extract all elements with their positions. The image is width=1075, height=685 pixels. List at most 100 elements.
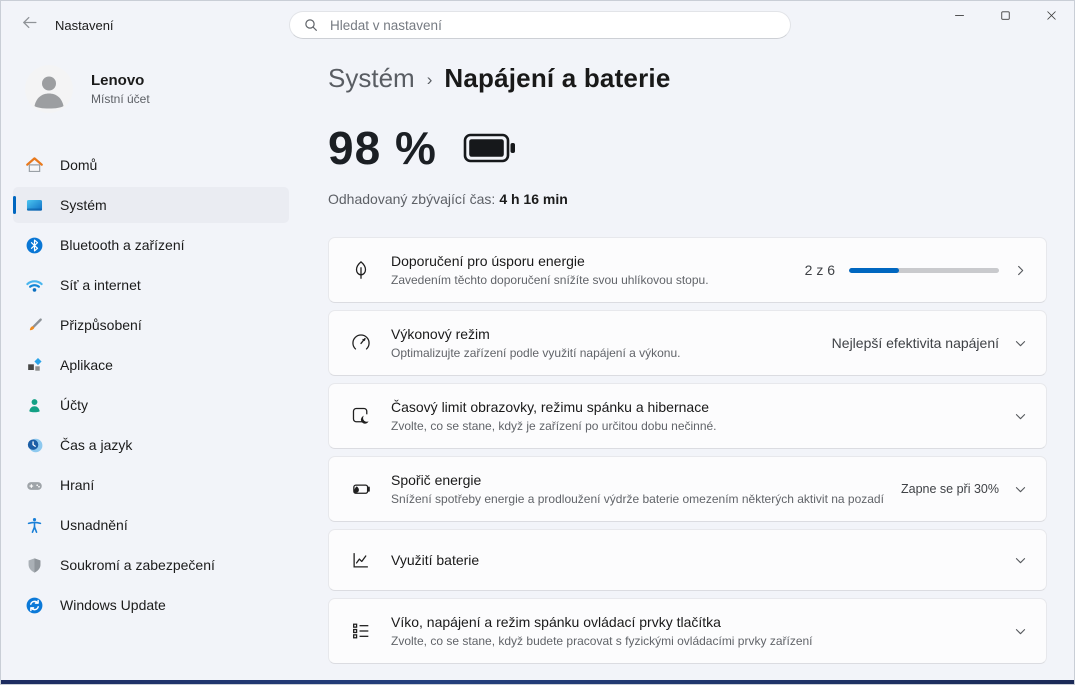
chevron-down-icon[interactable] — [1013, 482, 1028, 497]
chevron-down-icon[interactable] — [1013, 336, 1028, 351]
progress-fill — [849, 268, 899, 273]
selected-indicator — [13, 196, 16, 214]
sidebar-item-privacy[interactable]: Soukromí a zabezpečení — [13, 547, 289, 583]
breadcrumb: Systém › Napájení a baterie — [328, 61, 1047, 95]
card-subtitle: Zavedením těchto doporučení snížíte svou… — [391, 273, 805, 287]
back-button[interactable] — [13, 9, 45, 41]
chevron-down-icon[interactable] — [1013, 409, 1028, 424]
card-title: Spořič energie — [391, 472, 901, 488]
card-subtitle: Snížení spotřeby energie a prodloužení v… — [391, 492, 901, 506]
search-box[interactable] — [289, 11, 791, 39]
card-battery-saver[interactable]: Spořič energie Snížení spotřeby energie a… — [328, 456, 1047, 522]
sidebar-item-label: Síť a internet — [60, 277, 141, 293]
card-title: Časový limit obrazovky, režimu spánku a … — [391, 399, 1013, 415]
app-title: Nastavení — [55, 18, 114, 33]
battery-estimate: Odhadovaný zbývající čas:4 h 16 min — [328, 191, 1047, 207]
sidebar-item-label: Čas a jazyk — [60, 437, 132, 453]
sidebar-item-system[interactable]: Systém — [13, 187, 289, 223]
battery-usage-icon — [349, 549, 373, 571]
battery-estimate-value: 4 h 16 min — [499, 191, 567, 207]
network-icon — [25, 276, 44, 295]
sidebar-item-personalization[interactable]: Přizpůsobení — [13, 307, 289, 343]
sidebar-item-accessibility[interactable]: Usnadnění — [13, 507, 289, 543]
search-icon — [303, 17, 319, 33]
gaming-icon — [25, 476, 44, 495]
card-title: Víko, napájení a režim spánku ovládací p… — [391, 614, 1013, 630]
sidebar-item-gaming[interactable]: Hraní — [13, 467, 289, 503]
chevron-down-icon[interactable] — [1013, 624, 1028, 639]
main-panel: Systém › Napájení a baterie 98 % Odhadov… — [301, 49, 1074, 680]
sidebar-item-label: Aplikace — [60, 357, 113, 373]
settings-window: Nastavení Lenovo Místní účet Domů Systém B… — [0, 0, 1075, 685]
maximize-icon — [998, 8, 1013, 28]
card-title: Využití baterie — [391, 552, 1013, 568]
accessibility-icon — [25, 516, 44, 535]
progress-bar — [849, 268, 999, 273]
card-energy-recommendations[interactable]: Doporučení pro úsporu energie Zavedením t… — [328, 237, 1047, 303]
sidebar-item-bluetooth[interactable]: Bluetooth a zařízení — [13, 227, 289, 263]
sidebar: Lenovo Místní účet Domů Systém Bluetooth a… — [1, 49, 301, 680]
minimize-button[interactable] — [936, 1, 982, 34]
sidebar-item-apps[interactable]: Aplikace — [13, 347, 289, 383]
user-account-type: Místní účet — [91, 92, 150, 106]
sidebar-item-windows-update[interactable]: Windows Update — [13, 587, 289, 623]
maximize-button[interactable] — [982, 1, 1028, 34]
sidebar-item-home[interactable]: Domů — [13, 147, 289, 183]
close-button[interactable] — [1028, 1, 1074, 34]
battery-estimate-label: Odhadovaný zbývající čas: — [328, 191, 495, 207]
breadcrumb-parent[interactable]: Systém — [328, 63, 415, 94]
performance-mode-icon — [349, 332, 373, 354]
personalization-icon — [25, 316, 44, 335]
avatar — [25, 65, 73, 113]
privacy-icon — [25, 556, 44, 575]
sidebar-item-label: Systém — [60, 197, 107, 213]
titlebar: Nastavení — [1, 1, 1074, 49]
card-subtitle: Zvolte, co se stane, když je zařízení po… — [391, 419, 1013, 433]
sidebar-item-label: Domů — [60, 157, 97, 173]
card-value: Zapne se při 30% — [901, 482, 999, 496]
sidebar-item-label: Bluetooth a zařízení — [60, 237, 185, 253]
apps-icon — [25, 356, 44, 375]
battery-status: 98 % — [328, 123, 1047, 173]
card-value: Nejlepší efektivita napájení — [832, 335, 999, 351]
battery-percent: 98 % — [328, 121, 437, 175]
close-icon — [1044, 8, 1059, 28]
user-account[interactable]: Lenovo Místní účet — [25, 65, 289, 113]
screen-sleep-icon — [349, 405, 373, 427]
card-value: 2 z 6 — [805, 262, 835, 278]
page-title: Napájení a baterie — [444, 63, 670, 94]
energy-recommendations-icon — [349, 259, 373, 281]
home-icon — [25, 156, 44, 175]
sidebar-item-time-language[interactable]: Čas a jazyk — [13, 427, 289, 463]
sidebar-item-label: Hraní — [60, 477, 94, 493]
back-arrow-icon — [21, 14, 38, 36]
battery-saver-icon — [349, 478, 373, 500]
card-screen-sleep-timeouts[interactable]: Časový limit obrazovky, režimu spánku a … — [328, 383, 1047, 449]
card-title: Doporučení pro úsporu energie — [391, 253, 805, 269]
settings-cards: Doporučení pro úsporu energie Zavedením t… — [328, 237, 1047, 664]
sidebar-nav: Domů Systém Bluetooth a zařízení Síť a inte… — [1, 147, 301, 623]
sidebar-item-network[interactable]: Síť a internet — [13, 267, 289, 303]
card-lid-power-buttons[interactable]: Víko, napájení a režim spánku ovládací p… — [328, 598, 1047, 664]
card-subtitle: Zvolte, co se stane, když budete pracova… — [391, 634, 1013, 648]
lid-power-buttons-icon — [349, 620, 373, 642]
card-performance-mode[interactable]: Výkonový režimOptimalizujte zařízení pod… — [328, 310, 1047, 376]
person-icon — [25, 65, 73, 113]
windows-update-icon — [25, 596, 44, 615]
accounts-icon — [25, 396, 44, 415]
sidebar-item-label: Soukromí a zabezpečení — [60, 557, 215, 573]
sidebar-item-accounts[interactable]: Účty — [13, 387, 289, 423]
chevron-down-icon[interactable] — [1013, 553, 1028, 568]
user-name: Lenovo — [91, 72, 150, 89]
sidebar-item-label: Přizpůsobení — [60, 317, 142, 333]
card-subtitle: Optimalizujte zařízení podle využití nap… — [391, 346, 832, 360]
bluetooth-icon — [25, 236, 44, 255]
search-input[interactable] — [328, 17, 790, 34]
minimize-icon — [952, 8, 967, 28]
chevron-right-icon[interactable] — [1013, 263, 1028, 278]
desktop-edge — [1, 680, 1074, 684]
card-battery-usage[interactable]: Využití baterie — [328, 529, 1047, 591]
sidebar-item-label: Windows Update — [60, 597, 166, 613]
system-icon — [25, 196, 44, 215]
time-language-icon — [25, 436, 44, 455]
